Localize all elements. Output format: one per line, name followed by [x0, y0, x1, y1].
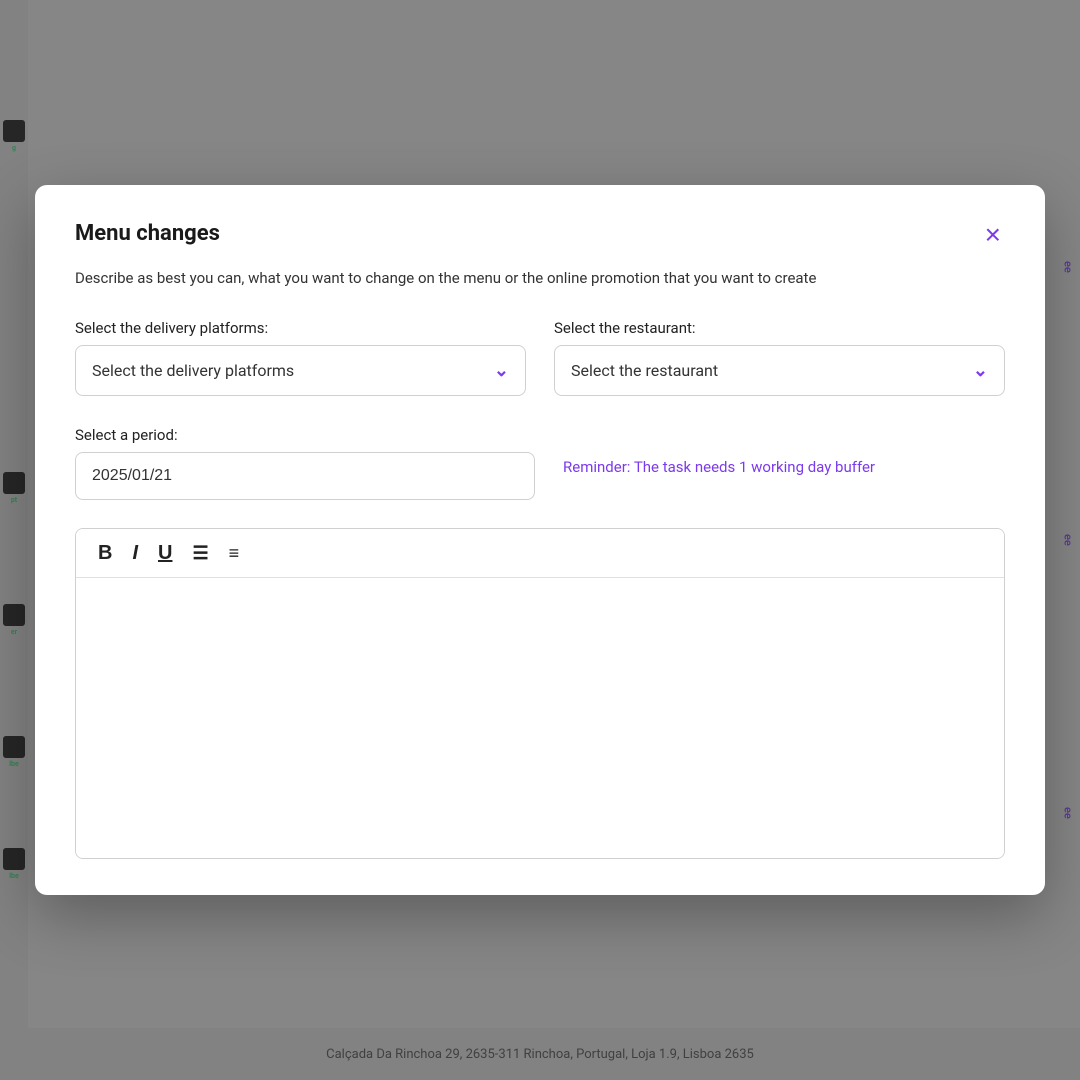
bold-button[interactable]: B [90, 539, 120, 567]
restaurant-label: Select the restaurant: [554, 319, 1005, 337]
editor-body[interactable] [76, 578, 1004, 858]
delivery-platforms-value: Select the delivery platforms [92, 361, 294, 380]
delivery-platforms-dropdown[interactable]: Select the delivery platforms ⌄ [75, 345, 526, 396]
ordered-list-button[interactable]: ☰ [184, 540, 216, 566]
underline-button[interactable]: U [150, 539, 180, 567]
reminder-text: Reminder: The task needs 1 working day b… [563, 426, 1005, 479]
delivery-platforms-group: Select the delivery platforms: Select th… [75, 319, 526, 396]
modal-subtitle: Describe as best you can, what you want … [75, 267, 1005, 290]
selects-row: Select the delivery platforms: Select th… [75, 319, 1005, 396]
italic-button[interactable]: I [124, 539, 146, 567]
close-button[interactable]: × [981, 217, 1005, 253]
modal-dialog: Menu changes × Describe as best you can,… [35, 185, 1045, 896]
modal-backdrop: Menu changes × Describe as best you can,… [0, 0, 1080, 1080]
period-group: Select a period: [75, 426, 535, 500]
unordered-list-button[interactable]: ≡ [221, 540, 248, 566]
delivery-platforms-chevron-icon: ⌄ [494, 360, 509, 381]
restaurant-value: Select the restaurant [571, 361, 718, 380]
rich-text-editor: B I U ☰ ≡ [75, 528, 1005, 859]
delivery-platforms-label: Select the delivery platforms: [75, 319, 526, 337]
period-row: Select a period: Reminder: The task need… [75, 426, 1005, 500]
restaurant-chevron-icon: ⌄ [973, 360, 988, 381]
period-label: Select a period: [75, 426, 535, 444]
editor-toolbar: B I U ☰ ≡ [76, 529, 1004, 578]
modal-title: Menu changes [75, 221, 220, 246]
modal-header: Menu changes × [75, 221, 1005, 253]
restaurant-dropdown[interactable]: Select the restaurant ⌄ [554, 345, 1005, 396]
date-input[interactable] [75, 452, 535, 500]
restaurant-group: Select the restaurant: Select the restau… [554, 319, 1005, 396]
